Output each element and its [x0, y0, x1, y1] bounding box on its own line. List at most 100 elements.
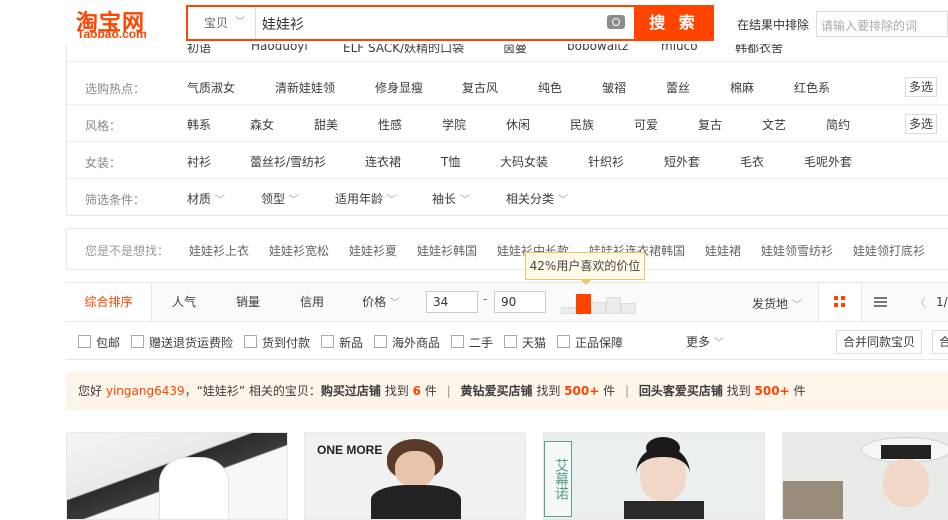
filter-dropdown[interactable]: 材质 ﹀ [187, 190, 225, 207]
suggest-item[interactable]: 娃娃裙 [705, 242, 741, 259]
filter-dropdown[interactable]: 相关分类 ﹀ [506, 190, 568, 207]
suggest-item[interactable]: 娃娃衫韩国 [417, 242, 477, 259]
suggest-row: 您是不是想找： 娃娃衫上衣 娃娃衫宽松 娃娃衫夏 娃娃衫韩国 娃娃衫中长款 娃娃… [66, 228, 948, 270]
filter-item[interactable]: 蕾丝衫/雪纺衫 [250, 153, 326, 170]
filter-item[interactable]: 文艺 [762, 116, 786, 133]
filter-item[interactable]: 民族 [570, 116, 594, 133]
checkbox-genuine[interactable]: 正品保障 [557, 334, 623, 351]
filter-item[interactable]: 森女 [250, 116, 274, 133]
checkbox-tmall[interactable]: 天猫 [504, 334, 546, 351]
exclude-input[interactable]: 请输入要排除的词 [816, 11, 948, 37]
filter-item[interactable]: 皱褶 [602, 79, 626, 96]
price-bar[interactable] [621, 303, 636, 314]
notice-unit: 件 [424, 384, 437, 398]
grid-view-icon[interactable] [818, 283, 862, 321]
filter-item[interactable]: 针织衫 [588, 153, 624, 170]
product-card[interactable]: ONE MORE [304, 432, 526, 520]
multi-select-button[interactable]: 多选 [905, 77, 937, 97]
price-bar[interactable] [591, 302, 606, 314]
filter-item[interactable]: 修身显瘦 [375, 79, 423, 96]
checkbox-overseas[interactable]: 海外商品 [374, 334, 440, 351]
tab-price[interactable]: 价格 ﹀ [344, 283, 418, 321]
search-type-select[interactable]: 宝贝 ﹀ [188, 7, 256, 39]
filter-item[interactable]: 连衣裙 [365, 153, 401, 170]
filter-item[interactable]: 复古 [698, 116, 722, 133]
filter-item[interactable]: 简约 [826, 116, 850, 133]
product-card[interactable]: 艾幕诺 [543, 432, 765, 520]
product-card[interactable] [66, 432, 288, 520]
more-label: 更多 [686, 335, 711, 349]
brand-stamp: 艾幕诺 [544, 441, 572, 517]
product-image [159, 457, 229, 519]
checkbox-free-shipping[interactable]: 包邮 [78, 334, 120, 351]
filter-item[interactable]: 学院 [442, 116, 466, 133]
filter-item[interactable]: 气质淑女 [187, 79, 235, 96]
tab-comprehensive[interactable]: 综合排序 [66, 283, 152, 321]
notice-divider: | [624, 384, 629, 398]
shop-notice: 您好 yingang6439，“娃娃衫” 相关的宝贝：购买过店铺 找到 6 件 … [66, 372, 948, 410]
tab-credit[interactable]: 信用 [280, 283, 344, 321]
notice-diamond-shops[interactable]: 黄钻爱买店铺 [460, 384, 532, 398]
ship-from-select[interactable]: 发货地 ﹀ [752, 295, 802, 312]
more-dropdown[interactable]: 更多 ﹀ [686, 333, 724, 350]
tab-popularity[interactable]: 人气 [152, 283, 216, 321]
filter-item[interactable]: 性感 [378, 116, 402, 133]
chevron-left-icon[interactable]: 〈 [914, 294, 926, 311]
price-min-input[interactable]: 34 [426, 291, 478, 313]
notice-unit: 件 [603, 384, 616, 398]
filter-item[interactable]: 短外套 [664, 153, 700, 170]
product-card[interactable] [782, 432, 948, 520]
filter-item[interactable]: 韩系 [187, 116, 211, 133]
filter-item[interactable]: 衬衫 [187, 153, 211, 170]
price-bar[interactable] [606, 297, 621, 314]
filter-item[interactable]: 大码女装 [500, 153, 548, 170]
notice-unit: 件 [793, 384, 806, 398]
filter-item[interactable]: 休闲 [506, 116, 530, 133]
filter-dropdown-label: 袖长 [432, 192, 457, 206]
suggest-item[interactable]: 娃娃领雪纺衫 [761, 242, 833, 259]
price-tooltip: 42%用户喜欢的价位 [525, 252, 645, 285]
price-bar[interactable] [561, 307, 576, 314]
filter-item[interactable]: 甜美 [314, 116, 338, 133]
price-bar[interactable] [576, 294, 591, 314]
search-button[interactable]: 搜 索 [634, 5, 714, 41]
price-distribution[interactable] [561, 292, 637, 314]
merge-same-button[interactable]: 合并同款宝贝 [836, 330, 923, 354]
suggest-item[interactable]: 娃娃衫上衣 [189, 242, 249, 259]
filter-item[interactable]: 蕾丝 [666, 79, 690, 96]
checkbox-return-insurance[interactable]: 赠送退货运费险 [131, 334, 233, 351]
suggest-item[interactable]: 娃娃衫夏 [349, 242, 397, 259]
checkbox-cod[interactable]: 货到付款 [244, 334, 310, 351]
filter-dropdown[interactable]: 适用年龄 ﹀ [335, 190, 397, 207]
filter-item[interactable]: 清新娃娃领 [275, 79, 335, 96]
filter-dropdown[interactable]: 领型 ﹀ [261, 190, 299, 207]
search-input[interactable]: 娃娃衫 [262, 14, 304, 34]
checkbox-new[interactable]: 新品 [321, 334, 363, 351]
filter-item[interactable]: 毛呢外套 [804, 153, 852, 170]
checkbox-second-hand[interactable]: 二手 [451, 334, 493, 351]
camera-icon[interactable] [607, 15, 625, 29]
chevron-down-icon: ﹀ [557, 195, 568, 206]
filter-item[interactable]: 可爱 [634, 116, 658, 133]
filter-item[interactable]: T恤 [441, 153, 460, 170]
notice-greet: 您好 [78, 384, 103, 398]
merge-button-2[interactable]: 合 [932, 330, 948, 354]
suggest-item[interactable]: 娃娃衫宽松 [269, 242, 329, 259]
filter-item[interactable]: 红色系 [794, 79, 830, 96]
suggest-item[interactable]: 娃娃领打底衫 [853, 242, 925, 259]
filter-item[interactable]: 复古风 [462, 79, 498, 96]
notice-bought-shops[interactable]: 购买过店铺 [321, 384, 381, 398]
filter-item[interactable]: 毛衣 [740, 153, 764, 170]
filter-item[interactable]: 棉麻 [730, 79, 754, 96]
filter-item[interactable]: 纯色 [538, 79, 562, 96]
tab-sales[interactable]: 销量 [216, 283, 280, 321]
filter-label: 筛选条件： [85, 193, 146, 207]
multi-select-button[interactable]: 多选 [905, 114, 937, 134]
list-view-icon[interactable] [862, 283, 898, 321]
taobao-logo-en[interactable]: Taobao.com [77, 27, 147, 41]
filter-dropdown[interactable]: 袖长 ﹀ [432, 190, 470, 207]
ship-from-label: 发货地 [752, 297, 789, 311]
notice-returning-shops[interactable]: 回头客爱买店铺 [639, 384, 723, 398]
notice-user[interactable]: yingang6439 [106, 384, 185, 398]
price-max-input[interactable]: 90 [494, 291, 546, 313]
